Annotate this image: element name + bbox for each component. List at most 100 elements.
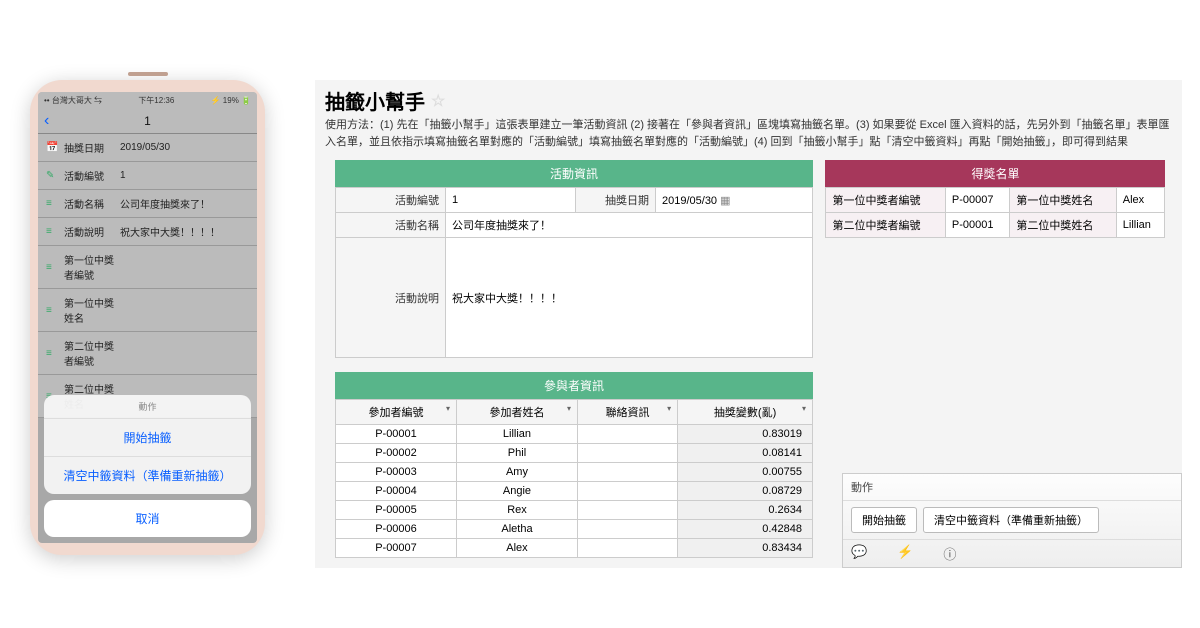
chevron-down-icon[interactable]: ▾ bbox=[567, 404, 571, 413]
winner-id-label: 第二位中獎者編號 bbox=[826, 213, 945, 238]
actionbar-title: 動作 bbox=[843, 474, 1181, 501]
column-header[interactable]: 參加者姓名▾ bbox=[456, 400, 577, 425]
cell-id: P-00005 bbox=[336, 501, 457, 520]
sheet-option-clear[interactable]: 清空中籤資料（準備重新抽籤） bbox=[44, 457, 251, 494]
table-row[interactable]: P-00007 Alex 0.83434 bbox=[336, 539, 813, 558]
winners-header: 得獎名單 bbox=[825, 160, 1165, 187]
activity-id-value[interactable]: 1 bbox=[446, 188, 576, 213]
form-row[interactable]: ≡ 活動說明 祝大家中大獎！！！！ bbox=[38, 218, 257, 246]
form-row[interactable]: ≡ 第一位中獎者編號 bbox=[38, 246, 257, 289]
winner-name-label: 第二位中獎姓名 bbox=[1010, 213, 1116, 238]
cell-name: Angie bbox=[456, 482, 577, 501]
cell-name: Lillian bbox=[456, 425, 577, 444]
cell-contact bbox=[577, 539, 677, 558]
cell-rand: 0.2634 bbox=[678, 501, 813, 520]
cell-rand: 0.83019 bbox=[678, 425, 813, 444]
table-row[interactable]: P-00006 Aletha 0.42848 bbox=[336, 520, 813, 539]
form-row[interactable]: ≡ 活動名稱 公司年度抽獎來了！ bbox=[38, 190, 257, 218]
chevron-down-icon[interactable]: ▾ bbox=[802, 404, 806, 413]
carrier-label: •• 台灣大哥大 ⇆ bbox=[44, 95, 102, 106]
clock-label: 下午12:36 bbox=[138, 95, 174, 106]
page-title: 抽籤小幫手 ☆ bbox=[315, 80, 1182, 117]
form-list: 📅 抽獎日期 2019/05/30✎ 活動編號 1≡ 活動名稱 公司年度抽獎來了… bbox=[38, 134, 257, 418]
cell-rand: 0.08729 bbox=[678, 482, 813, 501]
form-row[interactable]: ≡ 第一位中獎姓名 bbox=[38, 289, 257, 332]
sheet-option-start[interactable]: 開始抽籤 bbox=[44, 419, 251, 457]
activity-table: 活動編號 1 抽獎日期 2019/05/30 ▦ 活動名稱 公司年度抽獎來了！ … bbox=[335, 187, 813, 358]
row-label: 第一位中獎姓名 bbox=[64, 295, 120, 325]
chat-icon[interactable]: 💬 bbox=[851, 544, 867, 563]
participants-header: 參與者資訊 bbox=[335, 372, 813, 399]
row-icon: ≡ bbox=[46, 348, 58, 359]
winner-id-label: 第一位中獎者編號 bbox=[826, 188, 945, 213]
row-value: 祝大家中大獎！！！！ bbox=[120, 224, 220, 239]
activity-date-text: 2019/05/30 bbox=[662, 195, 717, 207]
cell-rand: 0.00755 bbox=[678, 463, 813, 482]
table-row: 第二位中獎者編號 P-00001 第二位中獎姓名 Lillian bbox=[826, 213, 1165, 238]
page-title-text: 抽籤小幫手 bbox=[325, 86, 425, 115]
activity-id-label: 活動編號 bbox=[336, 188, 446, 213]
form-row[interactable]: ✎ 活動編號 1 bbox=[38, 162, 257, 190]
phone-speaker bbox=[128, 72, 168, 76]
desktop-pane: 抽籤小幫手 ☆ 使用方法：(1) 先在「抽籤小幫手」這張表單建立一筆活動資訊 (… bbox=[315, 80, 1182, 568]
cell-id: P-00004 bbox=[336, 482, 457, 501]
activity-date-value[interactable]: 2019/05/30 ▦ bbox=[656, 188, 813, 213]
row-label: 第二位中獎者編號 bbox=[64, 338, 120, 368]
row-label: 第一位中獎者編號 bbox=[64, 252, 120, 282]
activity-desc-label: 活動說明 bbox=[336, 238, 446, 358]
cell-contact bbox=[577, 520, 677, 539]
cell-rand: 0.83434 bbox=[678, 539, 813, 558]
row-label: 抽獎日期 bbox=[64, 140, 120, 155]
participants-table: 參加者編號▾參加者姓名▾聯絡資訊▾抽獎變數(亂)▾ P-00001 Lillia… bbox=[335, 399, 813, 558]
chevron-down-icon[interactable]: ▾ bbox=[667, 404, 671, 413]
start-draw-button[interactable]: 開始抽籤 bbox=[851, 507, 917, 533]
form-row[interactable]: 📅 抽獎日期 2019/05/30 bbox=[38, 134, 257, 162]
form-row[interactable]: ≡ 第二位中獎者編號 bbox=[38, 332, 257, 375]
activity-header: 活動資訊 bbox=[335, 160, 813, 187]
table-row[interactable]: P-00001 Lillian 0.83019 bbox=[336, 425, 813, 444]
back-button[interactable]: ‹ bbox=[44, 112, 49, 130]
table-row[interactable]: P-00004 Angie 0.08729 bbox=[336, 482, 813, 501]
column-header[interactable]: 抽獎變數(亂)▾ bbox=[678, 400, 813, 425]
clear-draw-button[interactable]: 清空中籤資料（準備重新抽籤） bbox=[923, 507, 1099, 533]
winner-name-label: 第一位中獎姓名 bbox=[1010, 188, 1116, 213]
cell-name: Amy bbox=[456, 463, 577, 482]
nav-bar: ‹ 1 bbox=[38, 108, 257, 134]
column-header[interactable]: 參加者編號▾ bbox=[336, 400, 457, 425]
cell-rand: 0.42848 bbox=[678, 520, 813, 539]
activity-name-value[interactable]: 公司年度抽獎來了！ bbox=[446, 213, 813, 238]
star-icon[interactable]: ☆ bbox=[431, 91, 445, 111]
row-value: 2019/05/30 bbox=[120, 142, 170, 153]
winners-table: 第一位中獎者編號 P-00007 第一位中獎姓名 Alex第二位中獎者編號 P-… bbox=[825, 187, 1165, 238]
cell-id: P-00003 bbox=[336, 463, 457, 482]
info-icon[interactable]: ⓘ bbox=[943, 544, 956, 563]
row-label: 活動說明 bbox=[64, 224, 120, 239]
cell-contact bbox=[577, 501, 677, 520]
right-panel: 得獎名單 第一位中獎者編號 P-00007 第一位中獎姓名 Alex第二位中獎者… bbox=[825, 160, 1165, 238]
cell-id: P-00002 bbox=[336, 444, 457, 463]
row-icon: ≡ bbox=[46, 262, 58, 273]
cell-contact bbox=[577, 444, 677, 463]
table-row[interactable]: P-00005 Rex 0.2634 bbox=[336, 501, 813, 520]
bolt-icon[interactable]: ⚡ bbox=[897, 544, 913, 563]
column-header[interactable]: 聯絡資訊▾ bbox=[577, 400, 677, 425]
instructions: 使用方法：(1) 先在「抽籤小幫手」這張表單建立一筆活動資訊 (2) 接著在「參… bbox=[315, 117, 1182, 160]
sheet-cancel[interactable]: 取消 bbox=[44, 500, 251, 537]
table-row[interactable]: P-00003 Amy 0.00755 bbox=[336, 463, 813, 482]
phone-mockup: •• 台灣大哥大 ⇆ 下午12:36 ⚡ 19% 🔋 ‹ 1 📅 抽獎日期 20… bbox=[30, 80, 265, 555]
table-row: 第一位中獎者編號 P-00007 第一位中獎姓名 Alex bbox=[826, 188, 1165, 213]
cell-name: Alex bbox=[456, 539, 577, 558]
phone-screen: •• 台灣大哥大 ⇆ 下午12:36 ⚡ 19% 🔋 ‹ 1 📅 抽獎日期 20… bbox=[38, 92, 257, 543]
cell-id: P-00007 bbox=[336, 539, 457, 558]
cell-id: P-00006 bbox=[336, 520, 457, 539]
cell-contact bbox=[577, 425, 677, 444]
calendar-icon[interactable]: ▦ bbox=[720, 195, 730, 207]
activity-desc-value[interactable]: 祝大家中大獎！！！！ bbox=[446, 238, 813, 358]
winner-id-value: P-00001 bbox=[945, 213, 1010, 238]
row-label: 活動編號 bbox=[64, 168, 120, 183]
table-row[interactable]: P-00002 Phil 0.08141 bbox=[336, 444, 813, 463]
row-label: 活動名稱 bbox=[64, 196, 120, 211]
cell-contact bbox=[577, 463, 677, 482]
chevron-down-icon[interactable]: ▾ bbox=[446, 404, 450, 413]
row-icon: ✎ bbox=[46, 170, 58, 181]
